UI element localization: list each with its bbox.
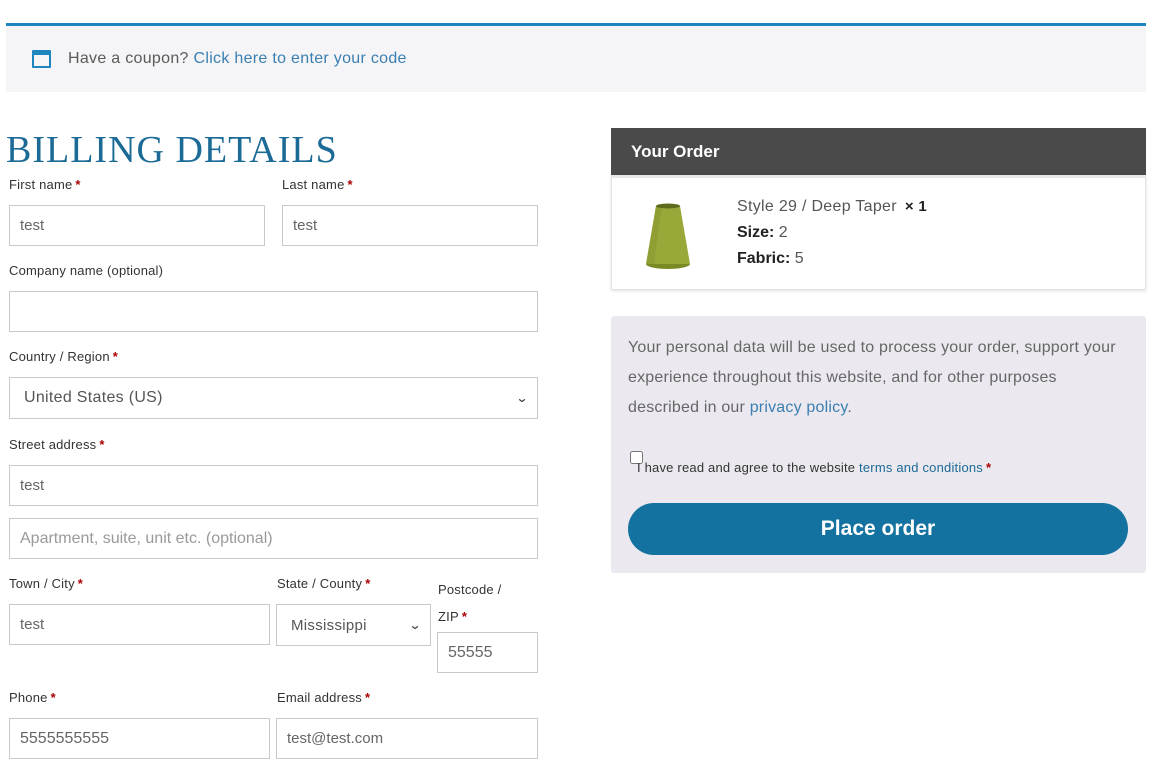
required-mark: * bbox=[986, 460, 992, 475]
phone-label: Phone * bbox=[9, 690, 56, 705]
last-name-label: Last name * bbox=[282, 177, 353, 192]
email-input[interactable] bbox=[276, 718, 538, 759]
chevron-down-icon: ⌄ bbox=[408, 618, 422, 632]
coupon-text: Have a coupon? Click here to enter your … bbox=[68, 50, 407, 68]
terms-agree-label: I have read and agree to the website ter… bbox=[637, 460, 992, 475]
order-item: Style 29 / Deep Taper × 1 Size: 2 Fabric:… bbox=[611, 175, 1146, 290]
city-input[interactable] bbox=[9, 604, 270, 645]
country-value: United States (US) bbox=[24, 389, 163, 406]
state-value: Mississippi bbox=[291, 616, 367, 634]
coupon-notice: Have a coupon? Click here to enter your … bbox=[6, 23, 1146, 92]
company-label: Company name (optional) bbox=[9, 263, 164, 278]
state-select[interactable]: Mississippi ⌄ bbox=[276, 604, 431, 646]
product-fabric: Fabric: 5 bbox=[737, 250, 804, 267]
city-label: Town / City * bbox=[9, 576, 84, 591]
postcode-label: Postcode / ZIP * bbox=[438, 582, 502, 624]
required-mark: * bbox=[77, 576, 84, 591]
privacy-notice: Your personal data will be used to proce… bbox=[628, 339, 1116, 416]
place-order-button[interactable]: Place order bbox=[628, 503, 1128, 555]
country-select[interactable]: United States (US) ⌄ bbox=[9, 377, 538, 419]
coupon-link[interactable]: Click here to enter your code bbox=[193, 50, 406, 67]
chevron-down-icon: ⌄ bbox=[515, 391, 529, 405]
privacy-policy-link[interactable]: privacy policy bbox=[750, 399, 848, 416]
billing-title: BILLING DETAILS bbox=[6, 129, 338, 171]
street-label: Street address * bbox=[9, 437, 105, 452]
required-mark: * bbox=[112, 349, 119, 364]
required-mark: * bbox=[461, 609, 468, 624]
email-label: Email address * bbox=[277, 690, 371, 705]
product-name: Style 29 / Deep Taper × 1 bbox=[737, 198, 928, 215]
required-mark: * bbox=[99, 437, 105, 452]
product-size: Size: 2 bbox=[737, 224, 788, 241]
last-name-input[interactable] bbox=[282, 205, 538, 246]
first-name-input[interactable] bbox=[9, 205, 265, 246]
coupon-prompt: Have a coupon? bbox=[68, 50, 194, 67]
apartment-input[interactable] bbox=[9, 518, 538, 559]
required-mark: * bbox=[365, 576, 371, 591]
required-mark: * bbox=[364, 690, 371, 705]
checkout-terms-panel: Your personal data will be used to proce… bbox=[611, 316, 1146, 573]
company-input[interactable] bbox=[9, 291, 538, 332]
street-input[interactable] bbox=[9, 465, 538, 506]
terms-agree-row: I have read and agree to the website ter… bbox=[630, 451, 991, 475]
order-header: Your Order bbox=[611, 128, 1146, 175]
postcode-input[interactable] bbox=[437, 632, 538, 673]
state-label: State / County * bbox=[277, 576, 371, 591]
required-mark: * bbox=[50, 690, 56, 705]
terms-link[interactable]: terms and conditions bbox=[859, 460, 983, 475]
lamp-shade-thumbnail bbox=[646, 203, 690, 269]
phone-input[interactable] bbox=[9, 718, 270, 759]
product-quantity: × 1 bbox=[904, 198, 928, 215]
country-label: Country / Region * bbox=[9, 349, 119, 364]
required-mark: * bbox=[347, 177, 353, 192]
required-mark: * bbox=[75, 177, 81, 192]
first-name-label: First name * bbox=[9, 177, 81, 192]
window-icon bbox=[32, 50, 51, 68]
